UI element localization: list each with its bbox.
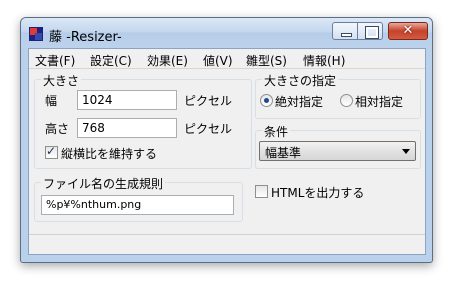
menu-info[interactable]: 情報(H) [303,52,345,69]
menu-settings[interactable]: 設定(C) [90,52,132,69]
condition-group: 条件 幅基準 [255,123,421,169]
filename-group-label: ファイル名の生成規則 [41,175,166,192]
height-unit-label: ピクセル [184,122,233,136]
absolute-radio-label[interactable]: 絶対指定 [275,93,323,110]
window-title-kanji: 藤 [49,30,63,45]
menu-values[interactable]: 値(V) [203,52,233,69]
menu-file[interactable]: 文書(F) [35,52,75,69]
menu-templates[interactable]: 雛型(S) [246,52,287,69]
size-group-label: 大きさ [41,72,82,89]
relative-radio[interactable] [340,94,353,107]
close-icon: ✕ [402,23,414,38]
close-button[interactable]: ✕ [388,22,428,40]
filename-rule-input[interactable]: %p¥%nthum.png [41,195,234,215]
width-unit-label: ピクセル [184,94,233,108]
client-area: 文書(F) 設定(C) 効果(E) 値(V) 雛型(S) 情報(H) 大きさ 幅… [28,48,426,255]
title-bar[interactable]: 藤 -Resizer- ✕ [21,18,432,48]
height-input[interactable]: 768 [77,118,177,138]
maximize-button[interactable] [357,22,383,40]
absolute-radio[interactable] [260,94,273,107]
menu-effects[interactable]: 効果(E) [147,52,188,69]
condition-select[interactable]: 幅基準 [259,141,416,161]
window-title: 藤 -Resizer- [49,26,122,45]
menu-bar: 文書(F) 設定(C) 効果(E) 値(V) 雛型(S) 情報(H) [29,49,425,68]
app-icon [29,27,43,41]
width-input[interactable]: 1024 [77,90,177,110]
width-label: 幅 [45,94,58,108]
menu-divider [29,68,425,69]
condition-select-value: 幅基準 [265,146,302,160]
size-spec-group-label: 大きさの指定 [262,72,339,89]
filename-group: ファイル名の生成規則 %p¥%nthum.png [34,175,243,222]
app-window: 藤 -Resizer- ✕ 文書(F) 設定(C) 効果(E) 値(V) 雛型(… [20,17,433,263]
chevron-down-icon [402,149,410,154]
keep-ratio-checkbox[interactable] [45,144,58,159]
keep-ratio-label[interactable]: 縦横比を維持する [61,145,157,162]
minimize-button[interactable] [332,22,358,40]
status-bar [29,234,425,254]
html-output-checkbox[interactable] [255,185,268,198]
size-spec-group: 大きさの指定 絶対指定 相対指定 [255,72,421,119]
html-output-label[interactable]: HTMLを出力する [271,184,364,201]
size-group: 大きさ 幅 1024 ピクセル 高さ 768 ピクセル 縦横比を維持する [34,72,252,169]
height-label: 高さ [45,122,70,136]
relative-radio-label[interactable]: 相対指定 [355,93,403,110]
condition-group-label: 条件 [262,123,291,140]
window-title-text: -Resizer- [66,30,122,45]
